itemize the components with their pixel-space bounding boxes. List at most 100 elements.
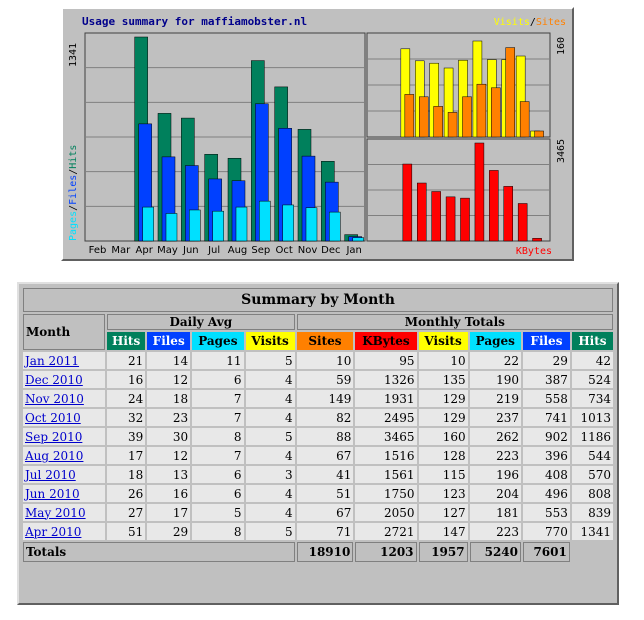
month-tick-label: May: [157, 245, 178, 256]
totals-label: Totals: [23, 542, 295, 562]
daily-files-cell: 16: [147, 485, 191, 502]
monthly-files-cell: 558: [523, 390, 570, 407]
monthly-pages-cell: 223: [469, 523, 522, 540]
monthly-hits-cell: 808: [571, 485, 613, 502]
bar-pages-may: [165, 213, 178, 242]
month-link[interactable]: May 2010: [25, 506, 86, 520]
table-row: Sep 2010 39 30 8 5 88 3465 160 262 902 1186: [23, 428, 613, 445]
bar-kbytes-jan: [532, 238, 542, 242]
daily-pages-cell: 8: [192, 523, 244, 540]
table-row: Jul 2010 18 13 6 3 41 1561 115 196 408 570: [23, 466, 613, 483]
bar-sites-may: [419, 96, 429, 138]
monthly-sites-cell: 51: [296, 485, 354, 502]
monthly-hits-cell: 544: [571, 447, 613, 464]
daily-pages-cell: 6: [192, 466, 244, 483]
daily-files-cell: 13: [147, 466, 191, 483]
daily-visits-cell: 5: [245, 428, 295, 445]
month-tick-label: Apr: [135, 245, 153, 256]
daily-avg-header: Daily Avg: [107, 314, 295, 330]
summary-title: Summary by Month: [23, 288, 613, 312]
monthly-hits-cell: 524: [571, 371, 613, 388]
daily-visits-cell: 5: [245, 352, 295, 369]
daily-visits-cell: 4: [245, 447, 295, 464]
monthly-sites-cell: 149: [296, 390, 354, 407]
table-row: May 2010 27 17 5 4 67 2050 127 181 553 839: [23, 504, 613, 521]
month-link[interactable]: Oct 2010: [25, 411, 81, 425]
table-row: Aug 2010 17 12 7 4 67 1516 128 223 396 544: [23, 447, 613, 464]
bar-kbytes-nov: [503, 186, 513, 242]
monthly-pages-cell: 196: [469, 466, 522, 483]
bar-sites-apr: [404, 94, 415, 138]
monthly-hits-cell: 1013: [571, 409, 613, 426]
bar-sites-jun: [433, 106, 443, 138]
monthly-pages-cell: 190: [469, 371, 522, 388]
bar-sites-sep: [476, 83, 487, 138]
monthly-visits-cell: 115: [418, 466, 468, 483]
month-link[interactable]: Jul 2010: [25, 468, 76, 482]
monthly-visits-cell: 147: [418, 523, 468, 540]
usage-graph: Usage summary for maffiamobster.nl Visit…: [61, 7, 574, 261]
table-row: Dec 2010 16 12 6 4 59 1326 135 190 387 524: [23, 371, 613, 388]
month-link[interactable]: Nov 2010: [25, 392, 84, 406]
daily-visits-cell: 4: [245, 371, 295, 388]
summary-table: Summary by Month Month Daily Avg Monthly…: [21, 286, 615, 564]
legend-visits: Visits: [493, 17, 530, 28]
summary-panel: Summary by Month Month Daily Avg Monthly…: [17, 282, 619, 605]
daily-visits-cell: 4: [245, 485, 295, 502]
monthly-kbytes-cell: 3465: [355, 428, 417, 445]
month-link[interactable]: Aug 2010: [25, 449, 83, 463]
daily-pages-cell: 8: [192, 428, 244, 445]
month-tick-label: Mar: [111, 245, 131, 256]
monthly-kbytes-cell: 1561: [355, 466, 417, 483]
month-link[interactable]: Apr 2010: [25, 525, 81, 539]
legend-visits-sites: Visits/Sites: [493, 17, 566, 28]
totals-hits: 7601: [523, 542, 570, 562]
daily-pages-cell: 5: [192, 504, 244, 521]
daily-files-cell: 29: [147, 523, 191, 540]
daily-files-cell: 12: [147, 371, 191, 388]
monthly-hits-cell: 570: [571, 466, 613, 483]
bar-kbytes-sep: [474, 142, 485, 242]
monthly-files-cell: 496: [523, 485, 570, 502]
monthly-files-cell: 387: [523, 371, 570, 388]
monthly-files-header: Files: [523, 332, 570, 350]
month-tick-label: Feb: [88, 245, 107, 256]
month-link[interactable]: Sep 2010: [25, 430, 82, 444]
monthly-files-cell: 396: [523, 447, 570, 464]
daily-visits-cell: 4: [245, 504, 295, 521]
bar-pages-apr: [142, 206, 154, 242]
monthly-visits-cell: 129: [418, 390, 468, 407]
monthly-pages-cell: 204: [469, 485, 522, 502]
month-link[interactable]: Dec 2010: [25, 373, 83, 387]
daily-hits-cell: 18: [107, 466, 146, 483]
daily-visits-cell: 4: [245, 409, 295, 426]
monthly-sites-cell: 10: [296, 352, 354, 369]
table-row: Apr 2010 51 29 8 5 71 2721 147 223 770 1341: [23, 523, 613, 540]
daily-hits-cell: 24: [107, 390, 146, 407]
month-tick-label: Jun: [183, 245, 199, 256]
bar-kbytes-may: [417, 182, 427, 242]
daily-pages-cell: 6: [192, 371, 244, 388]
monthly-kbytes-cell: 2495: [355, 409, 417, 426]
monthly-kbytes-cell: 1750: [355, 485, 417, 502]
month-header: Month: [23, 314, 105, 350]
month-tick-label: Aug: [227, 245, 248, 256]
month-link[interactable]: Jun 2010: [25, 487, 80, 501]
daily-visits-cell: 4: [245, 390, 295, 407]
month-link[interactable]: Jan 2011: [25, 354, 79, 368]
monthly-files-cell: 770: [523, 523, 570, 540]
monthly-files-cell: 408: [523, 466, 570, 483]
monthly-visits-header: Visits: [418, 332, 468, 350]
table-row: Nov 2010 24 18 7 4 149 1931 129 219 558 734: [23, 390, 613, 407]
monthly-pages-cell: 22: [469, 352, 522, 369]
bar-kbytes-jul: [445, 196, 456, 242]
left-axis-max: 1341: [68, 42, 79, 67]
monthly-sites-cell: 88: [296, 428, 354, 445]
monthly-sites-cell: 67: [296, 447, 354, 464]
monthly-hits-cell: 42: [571, 352, 613, 369]
monthly-hits-cell: 734: [571, 390, 613, 407]
bar-kbytes-jun: [431, 191, 441, 242]
monthly-hits-cell: 1341: [571, 523, 613, 540]
daily-pages-cell: 7: [192, 409, 244, 426]
monthly-kbytes-cell: 95: [355, 352, 417, 369]
